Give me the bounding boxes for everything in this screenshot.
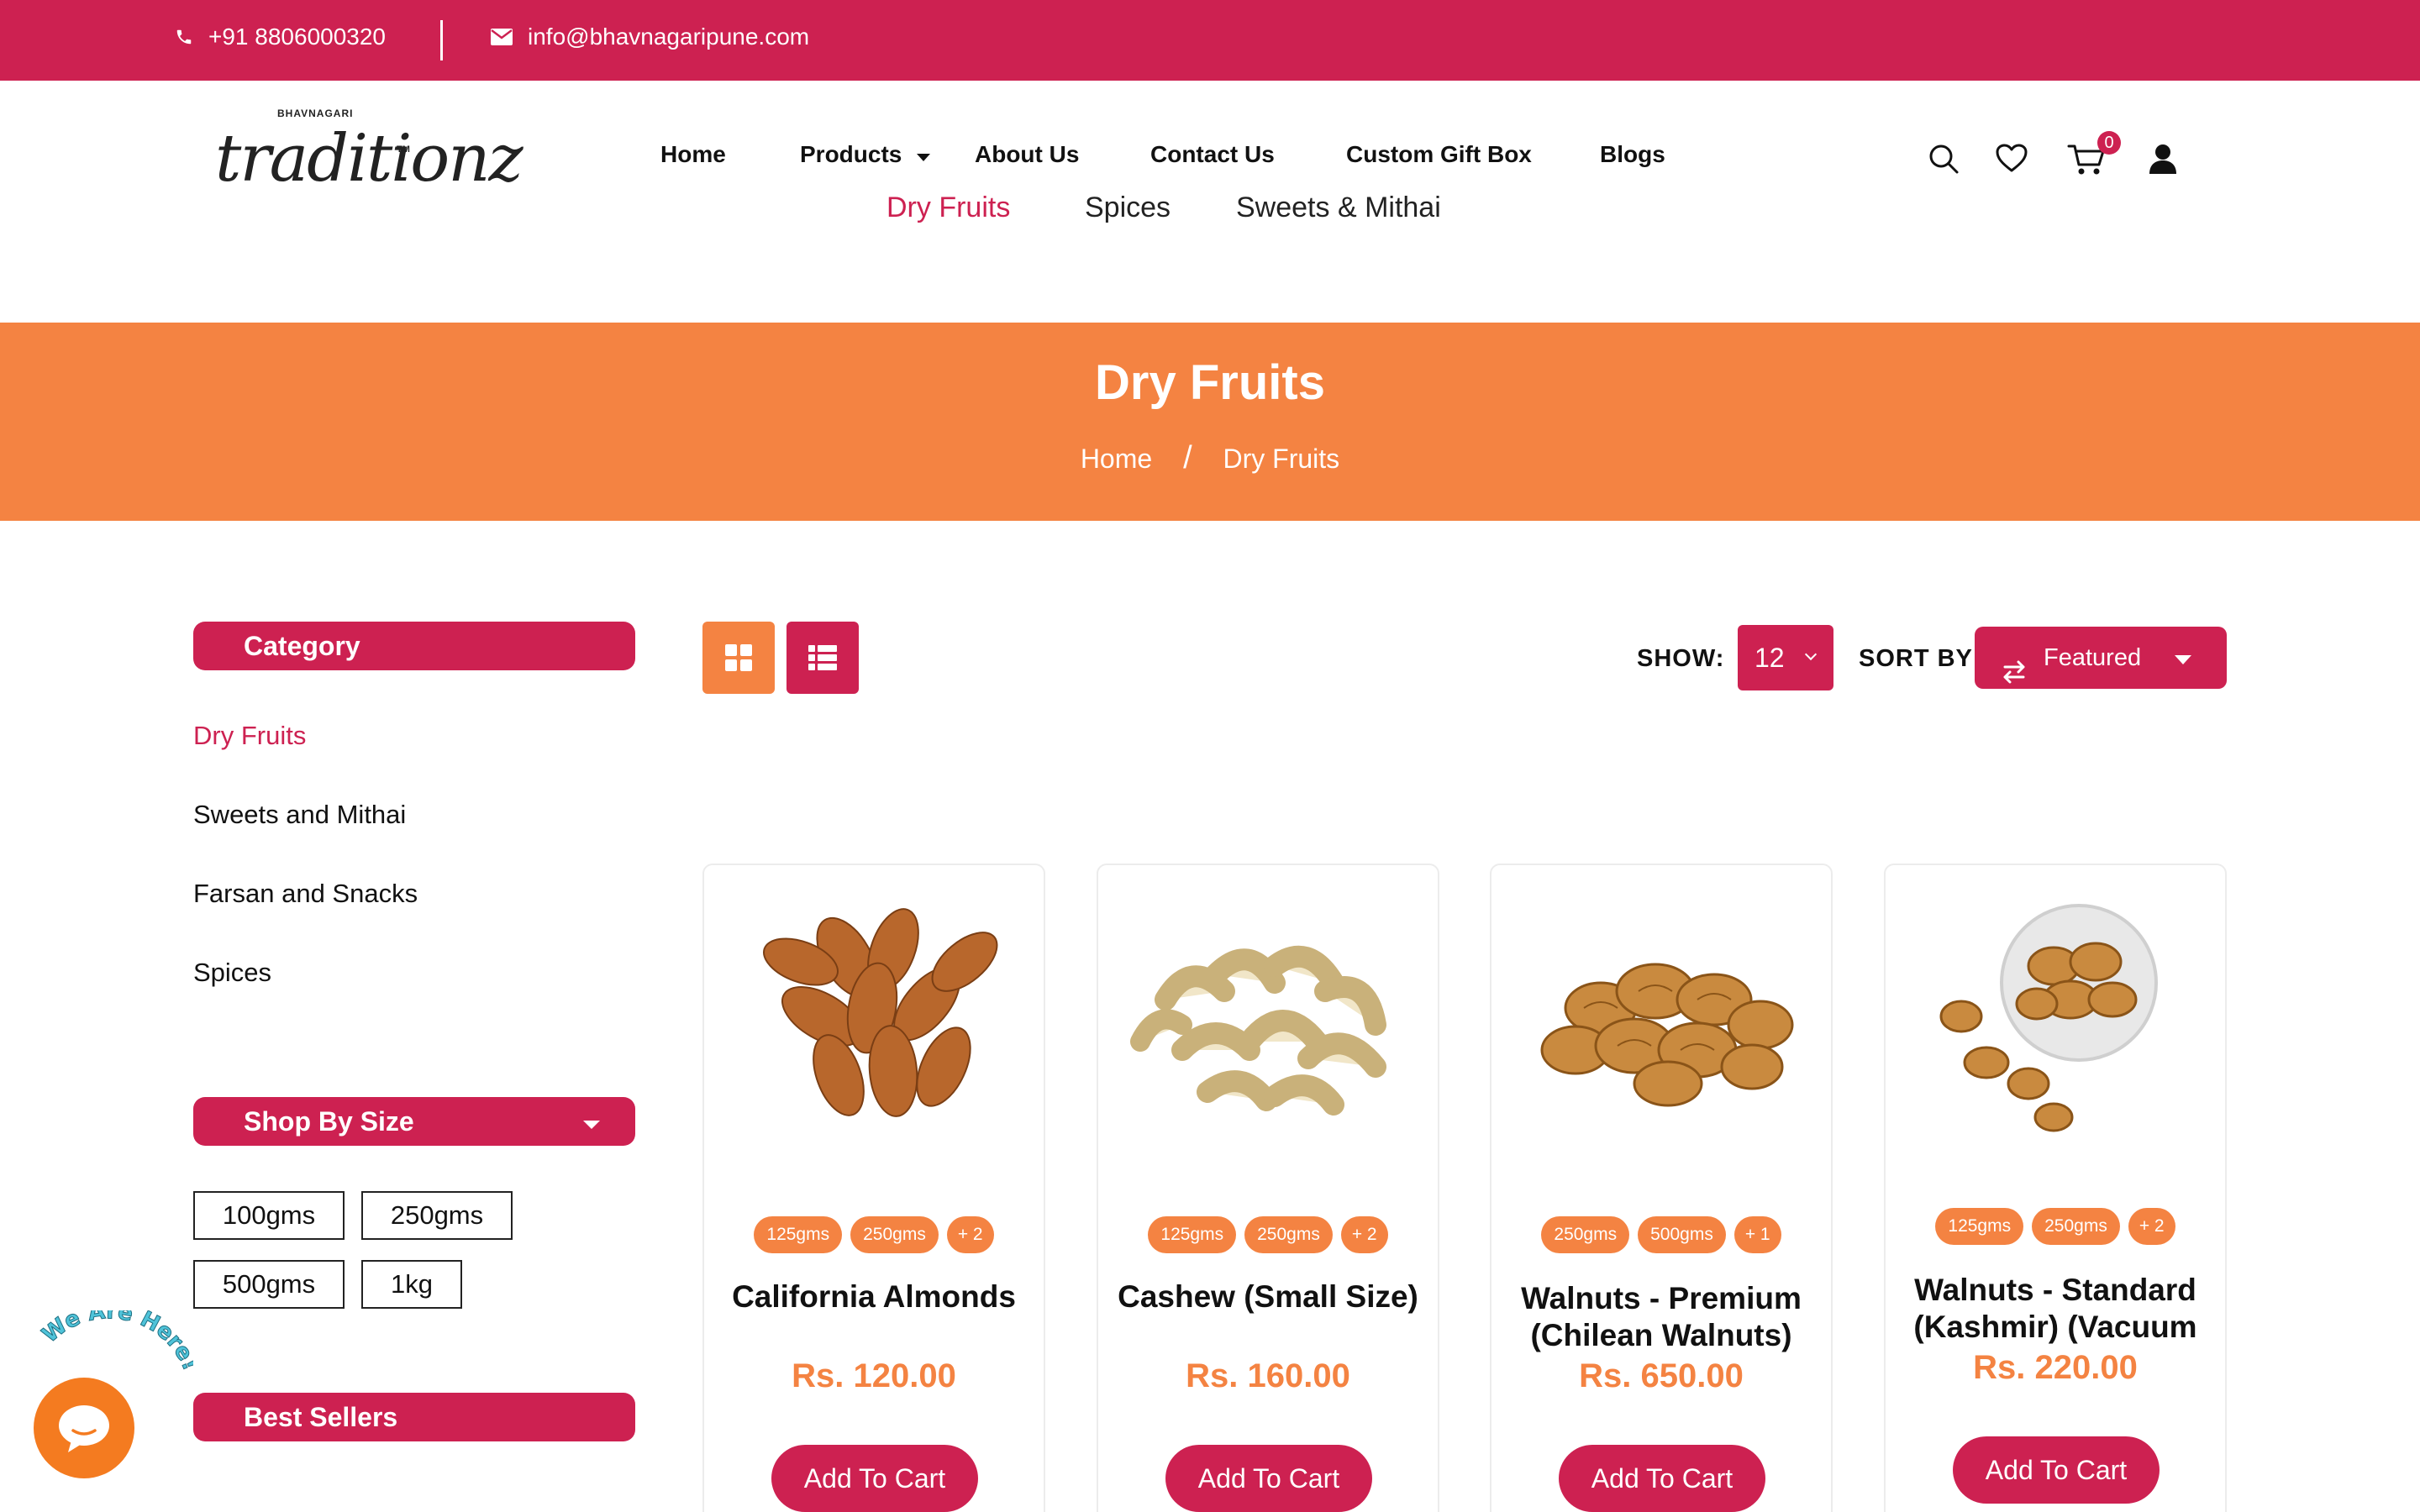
nav-about-us[interactable]: About Us	[975, 141, 1079, 168]
product-price: Rs. 160.00	[1186, 1357, 1350, 1394]
caret-down-icon	[917, 141, 931, 168]
logo-trademark: TM	[397, 144, 410, 155]
product-name[interactable]: Walnuts - Premium (Chilean Walnuts)	[1500, 1280, 1823, 1354]
product-card[interactable]: 125gms 250gms + 2 California Almonds Rs.…	[702, 864, 1045, 1512]
list-icon	[808, 645, 837, 670]
size-chip[interactable]: 250gms	[2032, 1208, 2120, 1245]
phone-icon	[175, 28, 193, 46]
sort-value: Featured	[2044, 644, 2142, 671]
chat-tagline-text: We Are Here!	[37, 1310, 193, 1374]
size-chip[interactable]: 250gms	[1244, 1216, 1333, 1253]
shop-by-size-header[interactable]: Shop By Size	[193, 1097, 635, 1146]
show-label: SHOW:	[1637, 645, 1725, 672]
nav-custom-gift-box[interactable]: Custom Gift Box	[1346, 141, 1532, 168]
product-price: Rs. 120.00	[792, 1357, 956, 1394]
size-chips: 125gms 250gms + 2	[1886, 1208, 2225, 1245]
show-count-select[interactable]: 12	[1738, 625, 1833, 690]
sort-label: SORT BY	[1859, 645, 1973, 672]
breadcrumb-current: Dry Fruits	[1223, 444, 1340, 474]
nav-contact-us[interactable]: Contact Us	[1150, 141, 1275, 168]
chat-button[interactable]	[34, 1378, 134, 1478]
grid-view-button[interactable]	[702, 622, 775, 694]
search-icon[interactable]	[1928, 143, 1960, 179]
add-to-cart-button[interactable]: Add To Cart	[1559, 1445, 1765, 1512]
size-chip[interactable]: 125gms	[1148, 1216, 1237, 1253]
category-link[interactable]: Spices	[193, 958, 271, 988]
cart-count-badge: 0	[2097, 131, 2121, 155]
email-link[interactable]: info@bhavnagaripune.com	[491, 24, 809, 50]
logo-subtext: BHAVNAGARI	[277, 108, 354, 119]
nav-products[interactable]: Products	[800, 141, 931, 168]
product-name[interactable]: California Almonds	[713, 1278, 1035, 1315]
show-count-value: 12	[1754, 643, 1785, 673]
nav-blogs[interactable]: Blogs	[1600, 141, 1665, 168]
product-card[interactable]: 250gms 500gms + 1 Walnuts - Premium (Chi…	[1490, 864, 1833, 1512]
subnav-dry-fruits[interactable]: Dry Fruits	[886, 192, 1010, 224]
list-view-button[interactable]	[786, 622, 859, 694]
subnav-sweets-mithai[interactable]: Sweets & Mithai	[1236, 192, 1441, 224]
chevron-down-icon	[1804, 648, 1818, 661]
product-image-walnuts-premium[interactable]	[1508, 882, 1818, 1134]
heart-icon[interactable]	[1995, 143, 2028, 177]
product-price: Rs. 650.00	[1579, 1357, 1744, 1394]
size-filter-button[interactable]: 100gms	[193, 1191, 345, 1240]
size-chip[interactable]: 500gms	[1638, 1216, 1726, 1253]
caret-down-icon	[2175, 655, 2191, 664]
more-sizes-chip[interactable]: + 1	[1733, 1216, 1781, 1253]
product-image-cashew[interactable]	[1115, 882, 1424, 1134]
category-header: Category	[193, 622, 635, 670]
more-sizes-chip[interactable]: + 2	[946, 1216, 994, 1253]
more-sizes-chip[interactable]: + 2	[2128, 1208, 2175, 1245]
product-card[interactable]: 125gms 250gms + 2 Walnuts - Standard (Ka…	[1884, 864, 2227, 1512]
size-chip[interactable]: 125gms	[754, 1216, 843, 1253]
category-link[interactable]: Dry Fruits	[193, 721, 306, 751]
page-banner: Dry Fruits Home / Dry Fruits	[0, 323, 2420, 521]
product-card[interactable]: 125gms 250gms + 2 Cashew (Small Size) Rs…	[1097, 864, 1439, 1512]
logo-wordmark: traditionz	[215, 121, 523, 197]
swap-icon	[2002, 645, 2027, 707]
product-image-almonds[interactable]	[721, 882, 1030, 1134]
top-contact-bar: +91 8806000320 info@bhavnagaripune.com	[0, 0, 2420, 81]
size-filter-button[interactable]: 1kg	[361, 1260, 462, 1309]
size-filter-button[interactable]: 500gms	[193, 1260, 345, 1309]
size-chips: 125gms 250gms + 2	[704, 1216, 1044, 1253]
more-sizes-chip[interactable]: + 2	[1340, 1216, 1388, 1253]
svg-text:We Are Here!: We Are Here!	[38, 1310, 193, 1374]
product-name[interactable]: Walnuts - Standard (Kashmir) (Vacuum	[1894, 1272, 2217, 1346]
user-icon[interactable]	[2148, 143, 2178, 179]
envelope-icon	[491, 29, 513, 45]
add-to-cart-button[interactable]: Add To Cart	[771, 1445, 978, 1512]
email-address: info@bhavnagaripune.com	[528, 24, 810, 50]
nav-home[interactable]: Home	[660, 141, 726, 168]
category-link[interactable]: Farsan and Snacks	[193, 879, 418, 909]
breadcrumb-separator: /	[1183, 440, 1192, 475]
add-to-cart-button[interactable]: Add To Cart	[1165, 1445, 1372, 1512]
size-chip[interactable]: 250gms	[850, 1216, 939, 1253]
subnav-spices[interactable]: Spices	[1085, 192, 1171, 224]
chat-bubble-icon	[59, 1405, 109, 1452]
shop-by-size-label: Shop By Size	[244, 1106, 414, 1137]
size-chips: 250gms 500gms + 1	[1491, 1216, 1831, 1253]
grid-icon	[725, 644, 752, 671]
phone-number: +91 8806000320	[208, 24, 386, 50]
product-name[interactable]: Cashew (Small Size)	[1107, 1278, 1429, 1315]
site-logo[interactable]: BHAVNAGARI traditionz TM	[210, 102, 523, 228]
breadcrumb: Home / Dry Fruits	[0, 440, 2420, 476]
add-to-cart-button[interactable]: Add To Cart	[1953, 1436, 2160, 1504]
caret-down-icon	[583, 1121, 600, 1129]
best-sellers-header: Best Sellers	[193, 1393, 635, 1441]
topbar-divider	[440, 20, 443, 60]
size-chip[interactable]: 250gms	[1541, 1216, 1630, 1253]
product-price: Rs. 220.00	[1973, 1349, 2138, 1386]
category-link[interactable]: Sweets and Mithai	[193, 800, 406, 830]
breadcrumb-home[interactable]: Home	[1081, 444, 1152, 474]
nav-products-label: Products	[800, 141, 902, 167]
size-chip[interactable]: 125gms	[1935, 1208, 2024, 1245]
phone-link[interactable]: +91 8806000320	[175, 24, 386, 50]
page-title: Dry Fruits	[1095, 355, 1325, 410]
size-chips: 125gms 250gms + 2	[1098, 1216, 1438, 1253]
sort-select[interactable]: Featured	[1975, 627, 2227, 689]
product-image-walnuts-standard[interactable]	[1902, 882, 2212, 1134]
size-filter-button[interactable]: 250gms	[361, 1191, 513, 1240]
